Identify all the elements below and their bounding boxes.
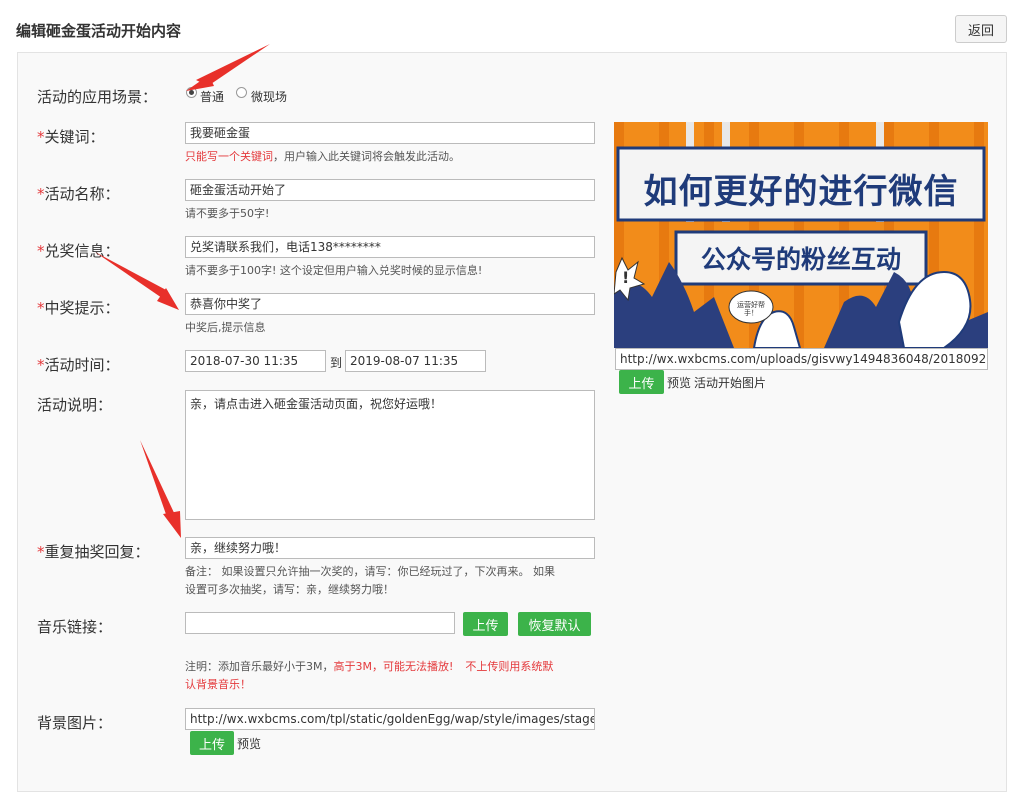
poster-headline: 如何更好的进行微信 xyxy=(643,172,959,212)
music-link-input[interactable] xyxy=(185,612,455,634)
repeat-reply-label: *重复抽奖回复： xyxy=(37,543,150,561)
start-image-upload-button[interactable]: 上传 xyxy=(619,370,664,394)
keyword-input[interactable]: 我要砸金蛋 xyxy=(185,122,595,144)
prize-info-input[interactable]: 兑奖请联系我们，电话138******** xyxy=(185,236,595,258)
poster-exclaim: ! xyxy=(622,268,630,287)
scene-label: 活动的应用场景： xyxy=(37,88,158,106)
bg-image-label: 背景图片： xyxy=(37,714,113,732)
repeat-reply-hint-2: 设置可多次抽奖，请写：亲，继续努力哦！ xyxy=(185,583,394,596)
music-note-2: 认背景音乐！ xyxy=(185,678,251,691)
music-reset-button[interactable]: 恢复默认 xyxy=(518,612,591,636)
music-upload-button[interactable]: 上传 xyxy=(463,612,508,636)
activity-time-label: *活动时间： xyxy=(37,356,120,374)
scene-radio-normal[interactable] xyxy=(186,87,197,98)
activity-name-hint: 请不要多于50字! xyxy=(185,207,270,220)
scene-radio-live[interactable] xyxy=(236,87,247,98)
prize-info-label: *兑奖信息： xyxy=(37,242,120,260)
start-image-preview: 如何更好的进行微信 公众号的粉丝互动 运营好帮手！ ! xyxy=(614,122,988,348)
end-time-input[interactable]: 2019-08-07 11:35 xyxy=(345,350,486,372)
prize-info-hint: 请不要多于100字! 这个设定但用户输入兑奖时候的显示信息! xyxy=(185,264,483,277)
poster-bubble-text: 运营好帮手！ xyxy=(737,301,765,317)
poster-illustration xyxy=(614,122,988,348)
scene-radio-live-label: 微现场 xyxy=(251,90,288,104)
win-tip-hint: 中奖后,提示信息 xyxy=(185,321,266,334)
win-tip-label: *中奖提示： xyxy=(37,299,120,317)
repeat-reply-hint-1: 备注： 如果设置只允许抽一次奖的，请写：你已经玩过了，下次再来。 如果 xyxy=(185,565,555,578)
bg-image-input[interactable]: http://wx.wxbcms.com/tpl/static/goldenEg… xyxy=(185,708,595,730)
win-tip-input[interactable]: 恭喜你中奖了 xyxy=(185,293,595,315)
start-time-input[interactable]: 2018-07-30 11:35 xyxy=(185,350,326,372)
description-label: 活动说明： xyxy=(37,396,113,414)
bg-upload-button[interactable]: 上传 xyxy=(190,731,234,755)
back-button[interactable]: 返回 xyxy=(955,15,1007,43)
description-textarea[interactable]: 亲，请点击进入砸金蛋活动页面，祝您好运哦！ xyxy=(185,390,595,520)
bg-preview-link[interactable]: 预览 xyxy=(237,735,261,752)
music-note-1: 注明：添加音乐最好小于3M，高于3M，可能无法播放! 不上传则用系统默 xyxy=(185,660,554,673)
start-image-label: 活动开始图片 xyxy=(694,376,767,390)
activity-name-input[interactable]: 砸金蛋活动开始了 xyxy=(185,179,595,201)
start-image-url-input[interactable]: http://wx.wxbcms.com/uploads/gisvwy14948… xyxy=(615,348,988,370)
music-link-label: 音乐链接： xyxy=(37,618,113,636)
page-title: 编辑砸金蛋活动开始内容 xyxy=(16,22,182,40)
keyword-hint: 只能写一个关键词，用户输入此关键词将会触发此活动。 xyxy=(185,150,460,163)
repeat-reply-input[interactable]: 亲，继续努力哦！ xyxy=(185,537,595,559)
keyword-label: *关键词： xyxy=(37,128,105,146)
scene-radio-normal-label: 普通 xyxy=(200,90,225,104)
activity-name-label: *活动名称： xyxy=(37,185,120,203)
start-image-preview-link[interactable]: 预览 xyxy=(667,374,691,391)
poster-subline: 公众号的粉丝互动 xyxy=(700,245,901,274)
time-separator: 到 xyxy=(330,356,343,370)
